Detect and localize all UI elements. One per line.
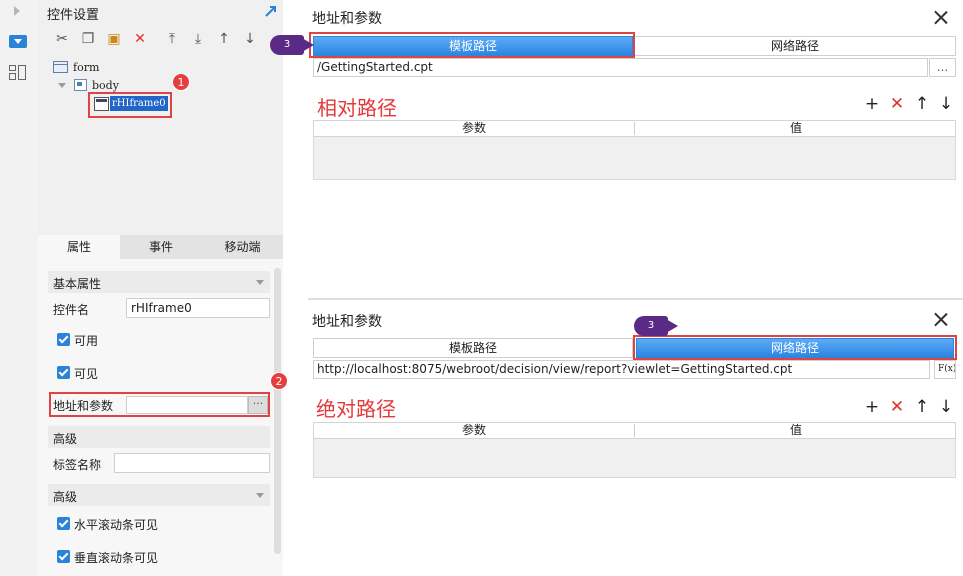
pin-icon[interactable] xyxy=(264,4,278,18)
property-scrollbar[interactable] xyxy=(274,268,281,554)
layout-grid-icon[interactable] xyxy=(9,65,27,81)
formula-button[interactable]: F(x) xyxy=(934,360,956,379)
move-down-icon[interactable]: ↓ xyxy=(938,96,954,113)
relative-path-caption: 相对路径 xyxy=(317,96,397,120)
tab-events[interactable]: 事件 xyxy=(120,235,202,259)
delete-icon[interactable]: ✕ xyxy=(889,399,905,416)
close-icon[interactable] xyxy=(934,10,948,24)
move-bottom-icon[interactable]: ⤓ xyxy=(188,28,208,50)
dialog-title: 地址和参数 xyxy=(312,11,382,27)
tag-name-label: 标签名称 xyxy=(53,458,102,472)
step-badge-3b: 3 xyxy=(634,316,678,336)
address-params-field[interactable] xyxy=(126,396,248,414)
delete-icon[interactable]: ✕ xyxy=(130,28,150,50)
chevron-down-icon xyxy=(256,493,264,498)
add-icon[interactable]: + xyxy=(864,399,880,416)
template-path-field[interactable]: /GettingStarted.cpt xyxy=(313,58,928,77)
params-table-body[interactable] xyxy=(313,439,956,478)
tag-name-field[interactable] xyxy=(114,453,270,473)
section-advanced-1-label: 高级 xyxy=(53,432,78,446)
address-params-button[interactable]: ··· xyxy=(248,396,268,414)
dialog-top-divider xyxy=(308,298,963,300)
move-up-icon[interactable]: ↑ xyxy=(214,28,234,50)
section-advanced-1[interactable]: 高级 xyxy=(48,426,270,448)
step-badge-3: 3 xyxy=(270,35,314,55)
section-basic-label: 基本属性 xyxy=(53,277,102,291)
iframe-widget-icon xyxy=(94,97,109,111)
expand-arrow-icon[interactable] xyxy=(14,6,20,16)
callout-box-3b xyxy=(633,335,957,360)
column-header-value: 值 xyxy=(790,121,803,135)
seg-network-path[interactable]: 网络路径 xyxy=(634,36,956,56)
tab-attributes[interactable]: 属性 xyxy=(38,235,120,259)
dialog-title: 地址和参数 xyxy=(312,314,382,330)
hscroll-label: 水平滚动条可见 xyxy=(74,518,159,532)
panel-title: 控件设置 xyxy=(47,8,100,23)
widget-settings-icon[interactable] xyxy=(9,35,27,48)
seg-template-path[interactable]: 模板路径 xyxy=(313,338,633,358)
enabled-label: 可用 xyxy=(74,334,99,348)
column-header-param: 参数 xyxy=(462,121,487,135)
tree-item-form[interactable]: form xyxy=(73,61,99,74)
column-header-value: 值 xyxy=(790,423,803,437)
absolute-path-caption: 绝对路径 xyxy=(316,397,396,421)
add-icon[interactable]: + xyxy=(864,96,880,113)
body-icon xyxy=(74,79,87,91)
form-icon xyxy=(53,61,68,73)
property-tabs: 属性 事件 移动端 xyxy=(38,235,283,259)
visible-label: 可见 xyxy=(74,367,99,381)
network-url-field[interactable]: http://localhost:8075/webroot/decision/v… xyxy=(313,360,930,379)
section-advanced-2-label: 高级 xyxy=(53,490,78,504)
move-up-icon[interactable]: ↑ xyxy=(914,399,930,416)
browse-button[interactable]: ... xyxy=(929,58,956,77)
section-advanced-2[interactable]: 高级 xyxy=(48,484,270,506)
delete-icon[interactable]: ✕ xyxy=(889,96,905,113)
collapse-arrow-icon[interactable] xyxy=(58,83,66,88)
callout-box-3 xyxy=(309,32,635,58)
chevron-down-icon xyxy=(256,280,264,285)
step-badge-1: 1 xyxy=(172,73,190,91)
move-down-icon[interactable]: ↓ xyxy=(240,28,260,50)
visible-checkbox[interactable] xyxy=(57,366,70,379)
move-up-icon[interactable]: ↑ xyxy=(914,96,930,113)
tree-item-iframe[interactable]: rHIframe0 xyxy=(110,96,168,111)
params-table-body[interactable] xyxy=(313,137,956,180)
copy-icon[interactable]: ❐ xyxy=(78,28,98,50)
vscroll-label: 垂直滚动条可见 xyxy=(74,551,159,565)
close-icon[interactable] xyxy=(934,312,948,326)
step-badge-2: 2 xyxy=(270,372,288,390)
column-header-param: 参数 xyxy=(462,423,487,437)
move-top-icon[interactable]: ⤒ xyxy=(162,28,182,50)
widget-name-label: 控件名 xyxy=(53,303,90,317)
section-basic[interactable]: 基本属性 xyxy=(48,271,270,293)
left-icon-strip xyxy=(0,0,38,576)
widget-toolbar: ✂ ❐ ▣ ✕ ⤒ ⤓ ↑ ↓ xyxy=(38,28,283,52)
enabled-checkbox[interactable] xyxy=(57,333,70,346)
paste-icon[interactable]: ▣ xyxy=(104,28,124,50)
params-table-header: 参数 值 xyxy=(313,422,956,439)
tree-item-body[interactable]: body xyxy=(92,79,119,92)
widget-name-field[interactable]: rHIframe0 xyxy=(126,298,270,318)
cut-icon[interactable]: ✂ xyxy=(52,28,72,50)
vscroll-checkbox[interactable] xyxy=(57,550,70,563)
hscroll-checkbox[interactable] xyxy=(57,517,70,530)
tab-mobile[interactable]: 移动端 xyxy=(202,235,283,259)
address-params-label: 地址和参数 xyxy=(53,399,114,413)
params-table-header: 参数 值 xyxy=(313,120,956,137)
move-down-icon[interactable]: ↓ xyxy=(938,399,954,416)
